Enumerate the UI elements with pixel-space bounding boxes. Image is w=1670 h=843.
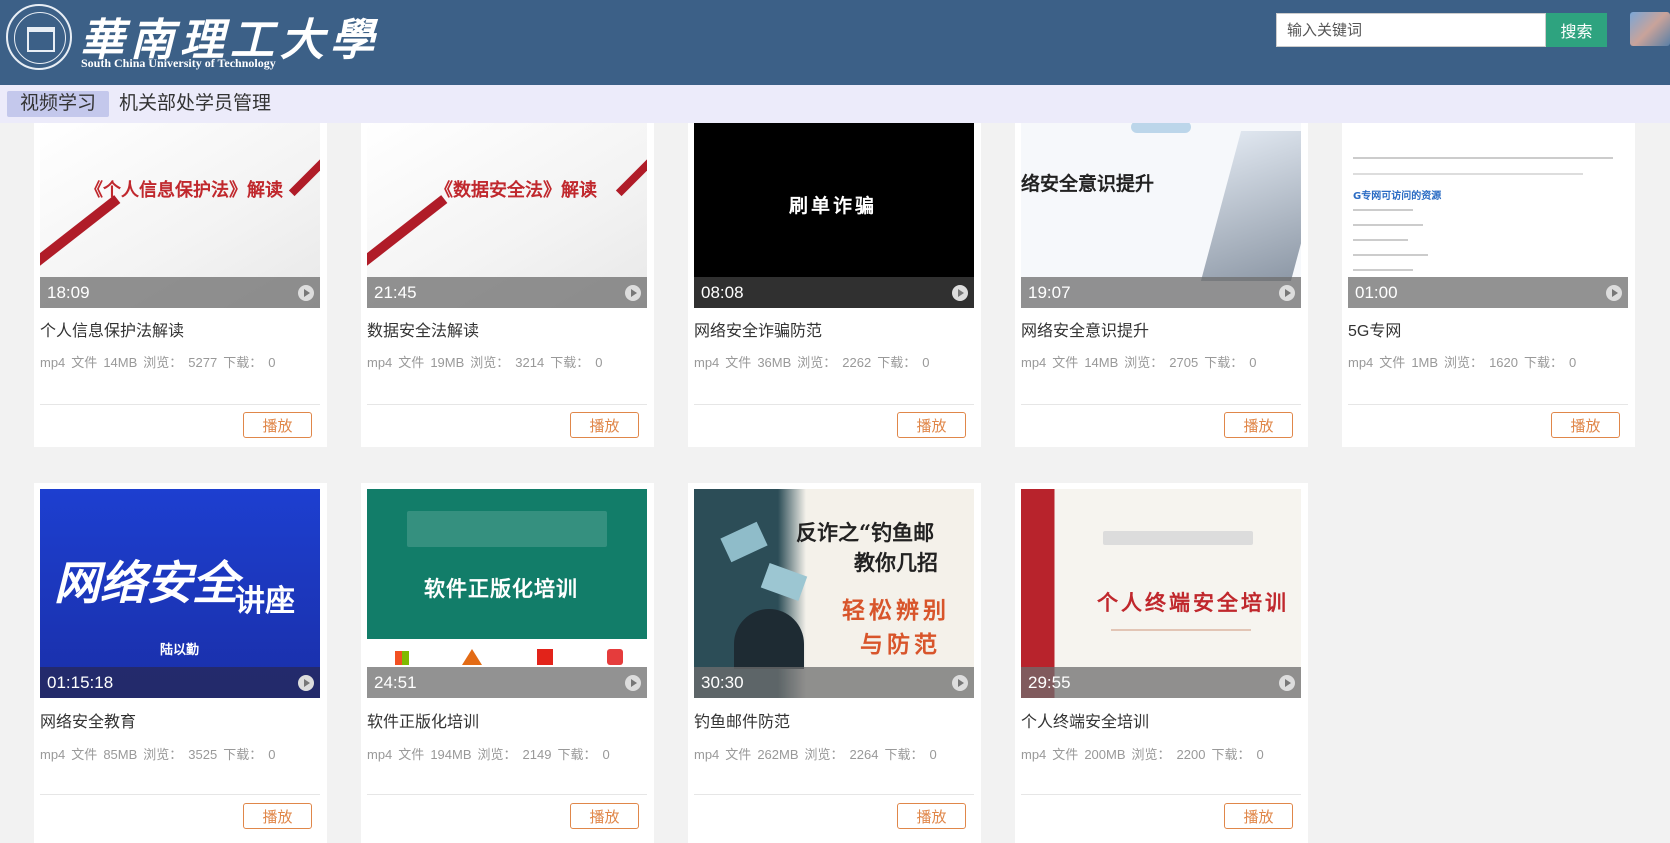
video-meta: mp4 文件 200MB 浏览： 2200 下载： 0 bbox=[1021, 747, 1264, 762]
thumbnail-caption: 《个人信息保护法》解读 bbox=[85, 180, 283, 201]
video-card: 《个人信息保护法》解读 18:09 个人信息保护法解读 mp4 文件 14MB 浏览：… bbox=[34, 123, 327, 447]
video-meta: mp4 文件 262MB 浏览： 2264 下载： 0 bbox=[694, 747, 937, 762]
video-card: 软件正版化培训 24:51 软件正版化培训 mp4 文件 194MB 浏览： 2149 下… bbox=[361, 483, 654, 843]
video-meta: mp4 文件 36MB 浏览： 2262 下载： 0 bbox=[694, 355, 930, 370]
thumbnail-caption: 网络安全 bbox=[54, 556, 238, 610]
divider bbox=[694, 404, 974, 405]
video-meta: mp4 文件 14MB 浏览： 5277 下载： 0 bbox=[40, 355, 276, 370]
divider bbox=[367, 794, 647, 795]
play-button[interactable]: 播放 bbox=[1224, 412, 1293, 438]
video-thumbnail[interactable]: 《数据安全法》解读 21:45 bbox=[367, 123, 647, 308]
divider bbox=[1021, 794, 1301, 795]
thumbnail-caption: 刷单诈骗 bbox=[789, 195, 878, 217]
video-card: 反诈之“钓鱼邮 教你几招 轻松辨别 与防范 30:30 钓鱼邮件防范 mp4 文件… bbox=[688, 483, 981, 843]
video-thumbnail[interactable]: 软件正版化培训 24:51 bbox=[367, 489, 647, 698]
play-button[interactable]: 播放 bbox=[570, 412, 639, 438]
thumbnail-speaker: 陆以勤 bbox=[160, 643, 200, 658]
video-title[interactable]: 网络安全教育 bbox=[40, 708, 136, 732]
video-duration: 18:09 bbox=[47, 283, 90, 302]
thumbnail-caption: 反诈之“钓鱼邮 bbox=[796, 520, 935, 545]
video-title[interactable]: 软件正版化培训 bbox=[367, 708, 479, 732]
video-grid: 《个人信息保护法》解读 18:09 个人信息保护法解读 mp4 文件 14MB 浏览：… bbox=[0, 123, 1670, 843]
play-button[interactable]: 播放 bbox=[897, 803, 966, 829]
thumbnail-caption-tertiary: 轻松辨别 bbox=[842, 598, 950, 624]
video-title[interactable]: 网络安全诈骗防范 bbox=[694, 317, 822, 341]
divider bbox=[40, 794, 320, 795]
video-thumbnail[interactable]: 反诈之“钓鱼邮 教你几招 轻松辨别 与防范 30:30 bbox=[694, 489, 974, 698]
video-title[interactable]: 个人终端安全培训 bbox=[1021, 708, 1149, 732]
video-duration: 01:15:18 bbox=[47, 673, 114, 692]
thumbnail-caption: 络安全意识提升 bbox=[1021, 173, 1155, 195]
video-card: 《数据安全法》解读 21:45 数据安全法解读 mp4 文件 19MB 浏览： 3214… bbox=[361, 123, 654, 447]
university-logo-english: South China University of Technology bbox=[81, 56, 276, 70]
play-button[interactable]: 播放 bbox=[570, 803, 639, 829]
video-title[interactable]: 个人信息保护法解读 bbox=[40, 317, 184, 341]
play-button[interactable]: 播放 bbox=[1551, 412, 1620, 438]
tab-video-learning[interactable]: 视频学习 bbox=[7, 91, 110, 117]
play-icon[interactable] bbox=[625, 675, 641, 691]
play-icon[interactable] bbox=[298, 675, 314, 691]
video-title[interactable]: 钓鱼邮件防范 bbox=[694, 708, 790, 732]
thumbnail-caption: 软件正版化培训 bbox=[424, 577, 578, 601]
video-thumbnail[interactable]: 刷单诈骗 08:08 bbox=[694, 123, 974, 308]
header-bar: 華南理工大學 South China University of Technol… bbox=[0, 0, 1670, 85]
video-card: 刷单诈骗 08:08 网络安全诈骗防范 mp4 文件 36MB 浏览： 2262 下载： 0… bbox=[688, 123, 981, 447]
search-button[interactable]: 搜索 bbox=[1546, 13, 1607, 47]
thumbnail-caption-secondary: 教你几招 bbox=[854, 550, 938, 575]
play-button[interactable]: 播放 bbox=[243, 803, 312, 829]
video-meta: mp4 文件 14MB 浏览： 2705 下载： 0 bbox=[1021, 355, 1257, 370]
play-icon[interactable] bbox=[625, 285, 641, 301]
video-thumbnail[interactable]: 《个人信息保护法》解读 18:09 bbox=[40, 123, 320, 308]
video-duration: 08:08 bbox=[701, 283, 744, 302]
video-thumbnail[interactable]: G专网可访问的资源 01:00 bbox=[1348, 123, 1628, 308]
video-duration: 01:00 bbox=[1355, 283, 1398, 302]
divider bbox=[40, 404, 320, 405]
play-icon[interactable] bbox=[1279, 675, 1295, 691]
play-icon[interactable] bbox=[952, 675, 968, 691]
play-icon[interactable] bbox=[1279, 285, 1295, 301]
video-title[interactable]: 网络安全意识提升 bbox=[1021, 317, 1149, 341]
video-thumbnail[interactable]: 络安全意识提升 19:07 bbox=[1021, 123, 1301, 308]
tab-staff-management[interactable]: 机关部处学员管理 bbox=[106, 91, 284, 117]
video-meta: mp4 文件 85MB 浏览： 3525 下载： 0 bbox=[40, 747, 276, 762]
play-icon[interactable] bbox=[1606, 285, 1622, 301]
play-button[interactable]: 播放 bbox=[1224, 803, 1293, 829]
video-meta: mp4 文件 194MB 浏览： 2149 下载： 0 bbox=[367, 747, 610, 762]
video-card: 个人终端安全培训 29:55 个人终端安全培训 mp4 文件 200MB 浏览： 220… bbox=[1015, 483, 1308, 843]
search-input[interactable] bbox=[1276, 13, 1546, 47]
video-card: G专网可访问的资源 01:00 5G专网 mp4 文件 1MB 浏览： 1620 下载： 0… bbox=[1342, 123, 1635, 447]
video-meta: mp4 文件 19MB 浏览： 3214 下载： 0 bbox=[367, 355, 603, 370]
video-thumbnail[interactable]: 网络安全 讲座 陆以勤 01:15:18 bbox=[40, 489, 320, 698]
nav-bar: 视频学习 机关部处学员管理 bbox=[0, 85, 1670, 123]
divider bbox=[1348, 404, 1628, 405]
video-meta: mp4 文件 1MB 浏览： 1620 下载： 0 bbox=[1348, 355, 1577, 370]
video-thumbnail[interactable]: 个人终端安全培训 29:55 bbox=[1021, 489, 1301, 698]
play-icon[interactable] bbox=[298, 285, 314, 301]
video-duration: 19:07 bbox=[1028, 283, 1071, 302]
thumbnail-caption: 个人终端安全培训 bbox=[1097, 591, 1289, 615]
video-card: 络安全意识提升 19:07 网络安全意识提升 mp4 文件 14MB 浏览： 2705 下… bbox=[1015, 123, 1308, 447]
divider bbox=[1021, 404, 1301, 405]
video-duration: 24:51 bbox=[374, 673, 417, 692]
thumbnail-caption: 《数据安全法》解读 bbox=[435, 180, 597, 201]
thumbnail-caption: G专网可访问的资源 bbox=[1353, 191, 1442, 202]
video-duration: 29:55 bbox=[1028, 673, 1071, 692]
play-icon[interactable] bbox=[952, 285, 968, 301]
play-button[interactable]: 播放 bbox=[897, 412, 966, 438]
thumbnail-caption-quaternary: 与防范 bbox=[860, 632, 941, 658]
video-duration: 30:30 bbox=[701, 673, 744, 692]
video-title[interactable]: 5G专网 bbox=[1348, 317, 1401, 341]
video-title[interactable]: 数据安全法解读 bbox=[367, 317, 479, 341]
divider bbox=[694, 794, 974, 795]
play-button[interactable]: 播放 bbox=[243, 412, 312, 438]
university-seal-icon bbox=[6, 4, 72, 70]
video-card: 网络安全 讲座 陆以勤 01:15:18 网络安全教育 mp4 文件 85MB 浏览：… bbox=[34, 483, 327, 843]
video-duration: 21:45 bbox=[374, 283, 417, 302]
divider bbox=[367, 404, 647, 405]
avatar[interactable] bbox=[1630, 12, 1670, 46]
thumbnail-caption-secondary: 讲座 bbox=[235, 584, 295, 619]
